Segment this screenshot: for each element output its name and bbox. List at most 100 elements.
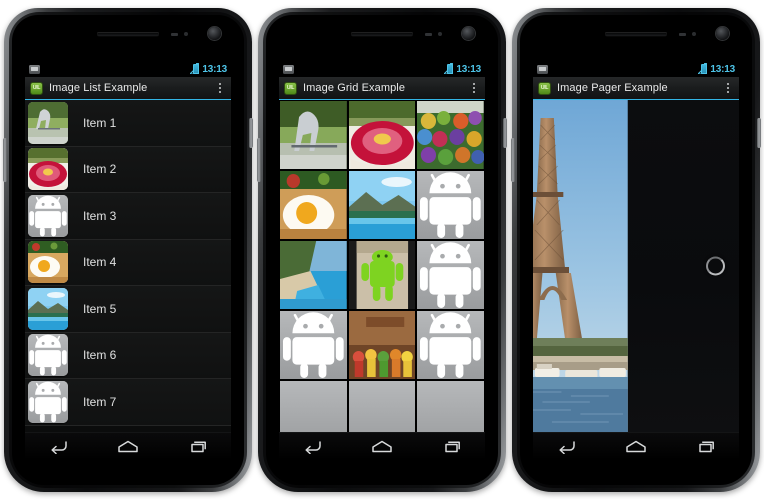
grid-item[interactable] bbox=[280, 381, 347, 432]
list-content[interactable]: Item 1 Item 2 Item 3 Item 4 Item 5 Item … bbox=[25, 100, 231, 432]
device-phone-list: 13:13 UIL Image List Example Item 1 Item… bbox=[3, 8, 253, 492]
app-title: Image Grid Example bbox=[303, 82, 406, 94]
proximity-sensor-icon bbox=[679, 33, 686, 36]
device-phone-pager: 13:13 UIL Image Pager Example bbox=[511, 8, 761, 492]
earpiece-speaker-icon bbox=[605, 32, 667, 36]
power-button[interactable] bbox=[503, 118, 507, 148]
list-item[interactable]: Item 5 bbox=[25, 286, 231, 333]
power-button[interactable] bbox=[249, 118, 253, 148]
list-item[interactable]: Item 7 bbox=[25, 379, 231, 426]
image-list[interactable]: Item 1 Item 2 Item 3 Item 4 Item 5 Item … bbox=[25, 100, 231, 432]
list-item-label: Item 5 bbox=[83, 301, 117, 316]
notification-icon bbox=[537, 64, 548, 74]
signal-icon bbox=[435, 64, 454, 74]
notification-icon bbox=[283, 64, 294, 74]
overflow-menu-icon[interactable] bbox=[722, 80, 734, 96]
android-placeholder-icon bbox=[417, 381, 484, 432]
grid-item[interactable] bbox=[417, 241, 484, 309]
phone-glass: 13:13 UIL Image Pager Example bbox=[520, 15, 752, 485]
android-placeholder-icon bbox=[280, 311, 347, 379]
back-button[interactable] bbox=[38, 436, 80, 458]
grid-item[interactable] bbox=[417, 101, 484, 169]
app-title: Image Pager Example bbox=[557, 82, 668, 94]
battery-icon bbox=[447, 63, 454, 74]
grid-item[interactable] bbox=[348, 311, 416, 379]
signal-icon bbox=[181, 64, 200, 74]
grid-item[interactable] bbox=[417, 381, 484, 432]
grid-item[interactable] bbox=[280, 101, 347, 169]
list-item[interactable]: Item 4 bbox=[25, 239, 231, 286]
grid-item[interactable] bbox=[348, 381, 416, 432]
list-item[interactable]: Item 2 bbox=[25, 146, 231, 193]
status-bar: 13:13 bbox=[25, 61, 231, 77]
volume-button[interactable] bbox=[257, 138, 261, 182]
grid-item[interactable] bbox=[348, 171, 416, 239]
recents-button[interactable] bbox=[684, 436, 726, 458]
list-item-thumbnail bbox=[28, 194, 68, 237]
grid-item[interactable] bbox=[280, 311, 347, 379]
back-button[interactable] bbox=[292, 436, 334, 458]
grid-item[interactable] bbox=[348, 101, 416, 169]
android-placeholder-icon bbox=[417, 311, 484, 379]
list-item[interactable]: Item 1 bbox=[25, 100, 231, 147]
battery-icon bbox=[701, 63, 708, 74]
image-grid[interactable] bbox=[279, 100, 485, 432]
pager-page-current[interactable] bbox=[533, 100, 628, 432]
volume-button[interactable] bbox=[511, 138, 515, 182]
overflow-menu-icon[interactable] bbox=[214, 80, 226, 96]
list-item-thumbnail bbox=[28, 380, 68, 423]
list-item[interactable]: Item 6 bbox=[25, 332, 231, 379]
app-title: Image List Example bbox=[49, 82, 148, 94]
back-button[interactable] bbox=[546, 436, 588, 458]
list-item-label: Item 7 bbox=[83, 394, 117, 409]
action-bar: UIL Image Pager Example bbox=[533, 77, 739, 100]
status-bar-right: 13:13 bbox=[181, 63, 227, 75]
status-bar: 13:13 bbox=[279, 61, 485, 77]
navigation-bar bbox=[279, 432, 485, 460]
status-bar-right: 13:13 bbox=[689, 63, 735, 75]
grid-item[interactable] bbox=[348, 241, 416, 309]
signal-icon bbox=[689, 64, 708, 74]
power-button[interactable] bbox=[757, 118, 761, 148]
status-clock: 13:13 bbox=[710, 63, 735, 75]
android-placeholder-icon bbox=[28, 334, 68, 377]
app-logo-icon: UIL bbox=[538, 81, 551, 95]
recents-button[interactable] bbox=[430, 436, 472, 458]
grid-item[interactable] bbox=[280, 171, 347, 239]
screen-pager: 13:13 UIL Image Pager Example bbox=[533, 61, 739, 432]
android-placeholder-icon bbox=[28, 194, 68, 237]
grid-item[interactable] bbox=[417, 311, 484, 379]
list-item-label: Item 4 bbox=[83, 255, 117, 270]
list-item-thumbnail bbox=[28, 287, 68, 330]
phone-glass: 13:13 UIL Image List Example Item 1 Item… bbox=[12, 15, 244, 485]
action-bar: UIL Image Grid Example bbox=[279, 77, 485, 100]
android-placeholder-icon bbox=[417, 171, 484, 239]
recents-button[interactable] bbox=[176, 436, 218, 458]
light-sensor-icon bbox=[438, 32, 442, 36]
device-phone-grid: 13:13 UIL Image Grid Example bbox=[257, 8, 507, 492]
home-button[interactable] bbox=[361, 436, 403, 458]
home-button[interactable] bbox=[107, 436, 149, 458]
top-bezel bbox=[12, 15, 244, 53]
earpiece-speaker-icon bbox=[97, 32, 159, 36]
list-item-label: Item 3 bbox=[83, 208, 117, 223]
loading-spinner-icon bbox=[706, 256, 725, 276]
pager-content[interactable] bbox=[533, 100, 739, 432]
notification-icon bbox=[29, 64, 40, 74]
list-item[interactable]: Item 3 bbox=[25, 193, 231, 240]
status-clock: 13:13 bbox=[456, 63, 481, 75]
proximity-sensor-icon bbox=[425, 33, 432, 36]
grid-item[interactable] bbox=[417, 171, 484, 239]
volume-button[interactable] bbox=[3, 138, 7, 182]
overflow-menu-icon[interactable] bbox=[468, 80, 480, 96]
list-item-thumbnail bbox=[28, 334, 68, 377]
screen-grid: 13:13 UIL Image Grid Example bbox=[279, 61, 485, 432]
home-button[interactable] bbox=[615, 436, 657, 458]
android-placeholder-icon bbox=[417, 241, 484, 309]
status-clock: 13:13 bbox=[202, 63, 227, 75]
grid-content[interactable] bbox=[279, 100, 485, 432]
image-pager[interactable] bbox=[533, 100, 739, 432]
pager-page-loading[interactable] bbox=[627, 100, 739, 432]
grid-item[interactable] bbox=[280, 241, 347, 309]
screenshot-stage: 13:13 UIL Image List Example Item 1 Item… bbox=[0, 0, 764, 500]
